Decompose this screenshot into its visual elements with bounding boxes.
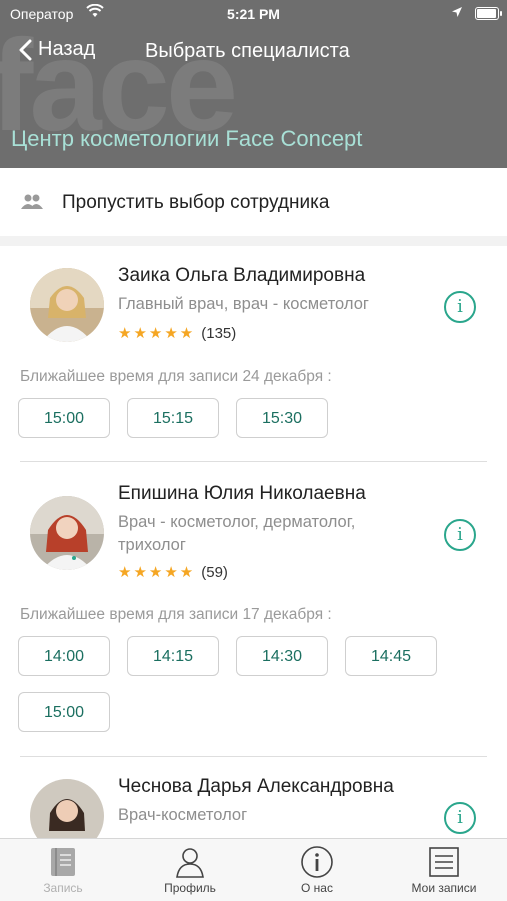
specialist-list: Заика Ольга Владимировна Главный врач, в… bbox=[0, 246, 507, 838]
skip-employee-row[interactable]: Пропустить выбор сотрудника bbox=[0, 168, 507, 236]
specialist-name: Заика Ольга Владимировна bbox=[118, 265, 366, 286]
people-icon bbox=[20, 193, 44, 216]
avatar bbox=[30, 496, 104, 570]
tab-booking[interactable]: Запись bbox=[0, 839, 126, 901]
tab-my-bookings[interactable]: Мои записи bbox=[381, 839, 507, 901]
tab-label: Профиль bbox=[164, 881, 216, 895]
nearest-time-label: Ближайшее время для записи 24 декабря : bbox=[20, 368, 332, 385]
specialist-role: Врач - косметолог, дерматолог, трихолог bbox=[118, 513, 356, 554]
review-count: (135) bbox=[201, 324, 237, 342]
battery-icon bbox=[475, 7, 502, 20]
book-icon bbox=[0, 845, 126, 879]
location-arrow-icon bbox=[451, 5, 463, 21]
time-slot-button[interactable]: 14:45 bbox=[345, 636, 437, 676]
info-icon[interactable]: i bbox=[444, 802, 476, 834]
star-rating-icon: ★★★★★ bbox=[118, 564, 196, 581]
star-rating-icon: ★★★★★ bbox=[118, 325, 196, 342]
tab-label: Мои записи bbox=[411, 881, 477, 895]
info-icon bbox=[254, 845, 380, 879]
tab-about[interactable]: О нас bbox=[254, 839, 380, 901]
time-slot-button[interactable]: 15:30 bbox=[236, 398, 328, 438]
nav-bar: Назад Выбрать специалиста bbox=[0, 30, 507, 74]
tab-label: Запись bbox=[43, 881, 83, 895]
time-slot-button[interactable]: 14:30 bbox=[236, 636, 328, 676]
divider bbox=[20, 461, 487, 462]
status-bar: Оператор 5:21 PM bbox=[0, 0, 507, 30]
time-slot-button[interactable]: 15:00 bbox=[18, 692, 110, 732]
page-title: Выбрать специалиста bbox=[145, 40, 350, 62]
chevron-left-icon bbox=[19, 39, 32, 60]
review-count: (59) bbox=[201, 563, 228, 581]
specialist-role: Врач-косметолог bbox=[118, 806, 248, 824]
organization-title: Центр косметологии Face Concept bbox=[11, 126, 363, 151]
list-icon bbox=[381, 845, 507, 879]
divider bbox=[20, 756, 487, 757]
person-icon bbox=[127, 845, 253, 879]
info-icon[interactable]: i bbox=[444, 291, 476, 323]
info-icon[interactable]: i bbox=[444, 519, 476, 551]
rating: ★★★★★ (59) bbox=[118, 563, 228, 582]
header: face Оператор 5:21 PM Назад Выбрать спец… bbox=[0, 0, 507, 168]
time-slot-button[interactable]: 15:00 bbox=[18, 398, 110, 438]
nearest-time-label: Ближайшее время для записи 17 декабря : bbox=[20, 606, 332, 623]
rating: ★★★★★ (135) bbox=[118, 324, 237, 343]
time-slot-button[interactable]: 15:15 bbox=[127, 398, 219, 438]
skip-label: Пропустить выбор сотрудника bbox=[62, 192, 330, 213]
avatar bbox=[30, 779, 104, 838]
tab-profile[interactable]: Профиль bbox=[127, 839, 253, 901]
specialist-name: Епишина Юлия Николаевна bbox=[118, 483, 366, 504]
tab-bar: Запись Профиль О нас Мои записи bbox=[0, 838, 507, 901]
specialist-role: Главный врач, врач - косметолог bbox=[118, 295, 369, 313]
avatar bbox=[30, 268, 104, 342]
time-slot-button[interactable]: 14:15 bbox=[127, 636, 219, 676]
time-slot-button[interactable]: 14:00 bbox=[18, 636, 110, 676]
status-time: 5:21 PM bbox=[227, 6, 280, 22]
back-label: Назад bbox=[38, 38, 96, 60]
back-button[interactable]: Назад bbox=[18, 38, 95, 61]
specialist-name: Чеснова Дарья Александровна bbox=[118, 776, 394, 797]
tab-label: О нас bbox=[301, 881, 333, 895]
